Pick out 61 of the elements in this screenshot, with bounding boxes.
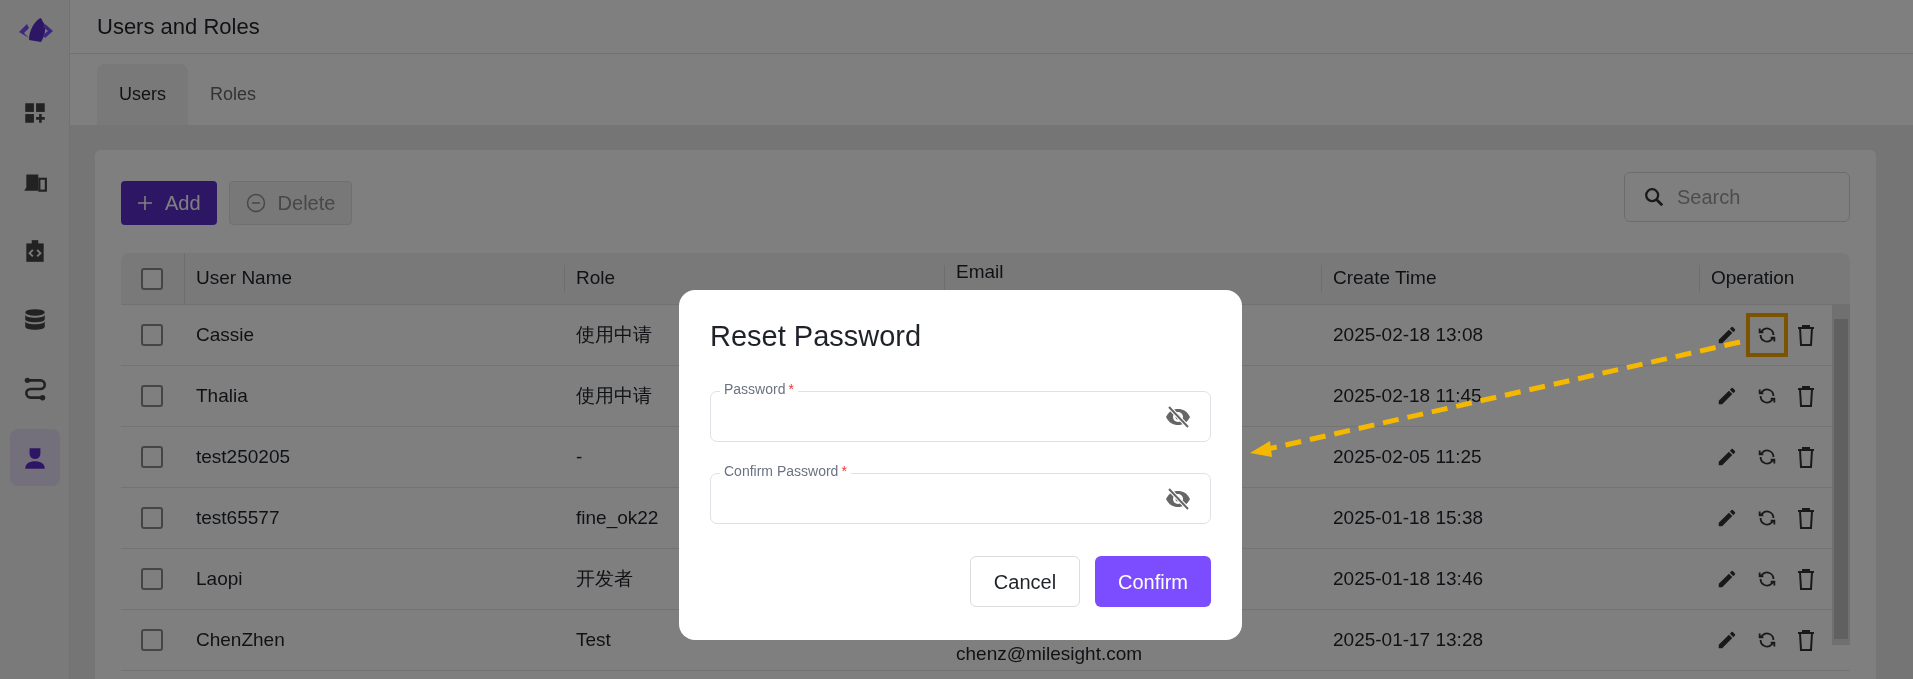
- tab[interactable]: Roles: [188, 64, 279, 125]
- table-cell: test250205: [196, 445, 291, 467]
- field-label: Confirm Password: [724, 462, 839, 480]
- delete-icon[interactable]: [1796, 385, 1816, 407]
- required-mark: *: [841, 462, 847, 480]
- table-cell: chenz@milesight.com: [956, 642, 1143, 664]
- edit-icon[interactable]: [1716, 568, 1738, 590]
- checkbox[interactable]: [141, 568, 163, 590]
- field-label: Password: [724, 380, 786, 398]
- eye-off-icon[interactable]: [1164, 404, 1192, 429]
- edit-icon[interactable]: [1716, 385, 1738, 407]
- scrollbar[interactable]: [1832, 305, 1850, 645]
- dialog-title: Reset Password: [710, 319, 923, 354]
- table-cell: Cassie: [196, 323, 255, 345]
- cancel-button[interactable]: Cancel: [970, 556, 1080, 607]
- edit-icon[interactable]: [1716, 629, 1738, 651]
- column-header: Operation: [1711, 266, 1795, 291]
- page-title: Users and Roles: [97, 13, 260, 41]
- checkbox[interactable]: [141, 507, 163, 529]
- table-cell: fine_ok22: [576, 506, 659, 528]
- table-cell: ChenZhen: [196, 628, 285, 650]
- plus-icon: [137, 195, 153, 211]
- checkbox[interactable]: [141, 385, 163, 407]
- delete-icon[interactable]: [1796, 568, 1816, 590]
- delete-icon[interactable]: [1796, 507, 1816, 529]
- search-icon: [1643, 186, 1665, 208]
- checkbox[interactable]: [141, 324, 163, 346]
- column-header: User Name: [196, 266, 293, 291]
- table-cell: 开发者: [576, 567, 633, 589]
- table-cell: test65577: [196, 506, 280, 528]
- table-cell: 2025-02-18 13:08: [1333, 323, 1483, 345]
- table-cell: Laopi: [196, 567, 243, 589]
- table-cell: -: [576, 445, 583, 467]
- table-cell: 2025-01-18 15:38: [1333, 506, 1483, 528]
- confirm-button[interactable]: Confirm: [1095, 556, 1211, 607]
- delete-icon[interactable]: [1796, 324, 1816, 346]
- table-cell: Test: [576, 628, 611, 650]
- eye-off-icon[interactable]: [1164, 486, 1192, 511]
- checkbox[interactable]: [141, 629, 163, 651]
- required-mark: *: [788, 380, 794, 398]
- edit-icon[interactable]: [1716, 446, 1738, 468]
- sidebar-item[interactable]: [9, 429, 60, 486]
- table-cell: 使用中请: [576, 384, 652, 406]
- table-cell: 2025-01-17 13:28: [1333, 628, 1483, 650]
- minus-circle-icon: [245, 193, 266, 213]
- delete-icon[interactable]: [1796, 446, 1816, 468]
- table-cell: 2025-02-05 11:25: [1333, 445, 1482, 467]
- column-header: Role: [576, 266, 616, 291]
- column-header: Email: [956, 260, 1004, 285]
- edit-icon[interactable]: [1716, 507, 1738, 529]
- table-cell: Thalia: [196, 384, 248, 406]
- add-button[interactable]: Add: [121, 181, 217, 225]
- table-cell: 2025-01-18 13:46: [1333, 567, 1483, 589]
- edit-icon[interactable]: [1716, 324, 1738, 346]
- table-cell: 使用中请: [576, 323, 652, 345]
- tab[interactable]: Users: [97, 64, 188, 125]
- checkbox[interactable]: [141, 446, 163, 468]
- table-cell: 2025-02-18 11:45: [1333, 384, 1482, 406]
- column-header: Create Time: [1333, 266, 1437, 291]
- checkbox[interactable]: [141, 267, 163, 290]
- delete-icon[interactable]: [1796, 629, 1816, 651]
